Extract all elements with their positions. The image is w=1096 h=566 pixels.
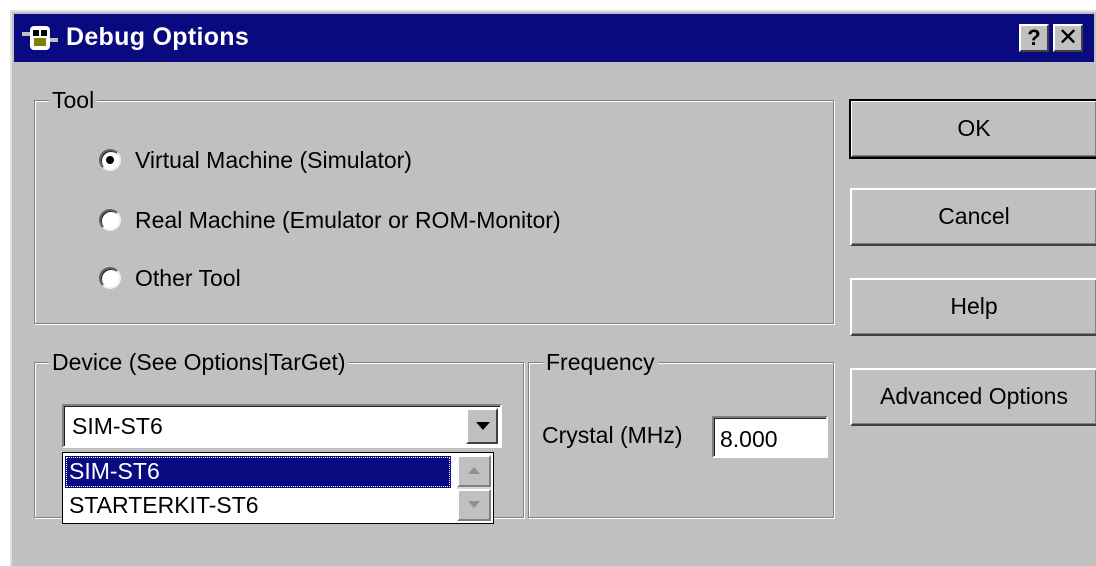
device-dropdown-list: SIM-ST6 STARTERKIT-ST6 <box>62 452 494 524</box>
title-help-button[interactable]: ? <box>1019 24 1049 52</box>
window-title: Debug Options <box>66 23 250 51</box>
scrollbar[interactable] <box>457 455 491 521</box>
radio-other-tool[interactable]: Other Tool <box>99 263 241 293</box>
device-combobox[interactable]: SIM-ST6 <box>62 404 502 448</box>
combobox-dropdown-button[interactable] <box>466 408 498 444</box>
radio-real-machine[interactable]: Real Machine (Emulator or ROM-Monitor) <box>99 205 561 235</box>
device-combobox-value: SIM-ST6 <box>72 413 163 439</box>
crystal-input[interactable]: 8.000 <box>712 416 828 458</box>
radio-selected-dot-icon <box>106 156 114 164</box>
help-button[interactable]: Help <box>850 278 1096 336</box>
radio-label: Other Tool <box>135 264 241 291</box>
device-legend: Device (See Options|TarGet) <box>49 349 349 375</box>
title-close-button[interactable]: ✕ <box>1053 24 1083 52</box>
arrow-down-icon <box>468 501 480 508</box>
chevron-down-icon <box>476 422 490 430</box>
tool-legend: Tool <box>49 87 98 113</box>
debug-app-icon <box>22 26 58 50</box>
tool-groupbox: Tool Virtual Machine (Simulator) Real Ma… <box>34 87 834 324</box>
radio-virtual-machine[interactable]: Virtual Machine (Simulator) <box>99 145 412 175</box>
ok-button[interactable]: OK <box>849 99 1096 159</box>
frequency-legend: Frequency <box>543 349 658 375</box>
title-bar[interactable]: Debug Options ? ✕ <box>14 14 1094 62</box>
debug-options-dialog: Debug Options ? ✕ Tool Virtual Machine (… <box>10 10 1096 566</box>
radio-label: Real Machine (Emulator or ROM-Monitor) <box>135 206 561 233</box>
radio-button-icon[interactable] <box>99 209 121 231</box>
list-item[interactable]: STARTERKIT-ST6 <box>65 490 451 522</box>
crystal-label: Crystal (MHz) <box>542 422 683 448</box>
radio-label: Virtual Machine (Simulator) <box>135 146 412 173</box>
arrow-up-icon <box>468 467 480 474</box>
scroll-down-button[interactable] <box>457 489 491 521</box>
list-item[interactable]: SIM-ST6 <box>65 456 451 488</box>
radio-button-icon[interactable] <box>99 149 121 171</box>
advanced-options-button[interactable]: Advanced Options <box>850 368 1096 426</box>
crystal-input-value: 8.000 <box>720 426 778 452</box>
cancel-button[interactable]: Cancel <box>850 188 1096 246</box>
radio-button-icon[interactable] <box>99 267 121 289</box>
scroll-up-button[interactable] <box>457 455 491 487</box>
